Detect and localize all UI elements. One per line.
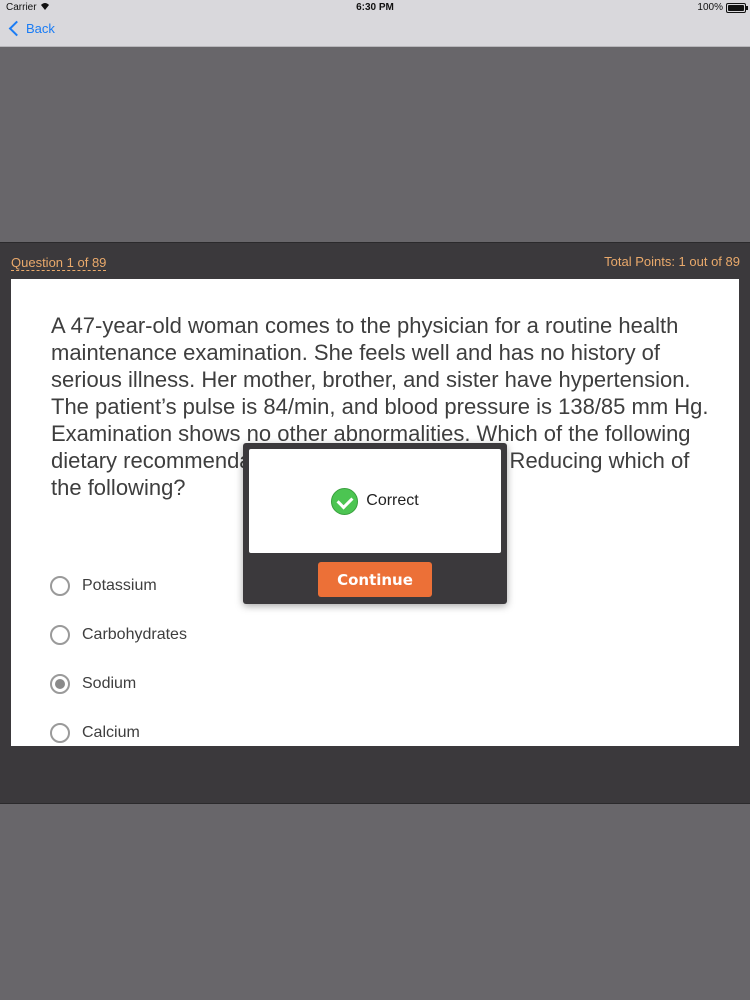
radio-button[interactable] (50, 722, 70, 743)
result-modal-body: Correct (249, 449, 501, 553)
continue-button[interactable]: Continue (318, 562, 432, 597)
top-bar: Carrier 6:30 PM 100% Back (0, 0, 750, 47)
radio-button-selected[interactable] (50, 673, 70, 694)
answer-options: Potassium Carbohydrates Sodium Calcium (50, 561, 187, 757)
answer-option-label: Calcium (82, 723, 140, 741)
status-time: 6:30 PM (356, 2, 394, 13)
result-modal: Correct Continue (243, 443, 507, 604)
check-circle-icon (331, 487, 359, 515)
back-label: Back (26, 21, 55, 36)
answer-option-calcium[interactable]: Calcium (50, 708, 187, 757)
battery-icon (726, 2, 748, 13)
answer-option-label: Potassium (82, 576, 157, 594)
back-button[interactable]: Back (8, 20, 55, 37)
status-battery: 100% (697, 2, 748, 13)
chevron-left-icon (8, 20, 25, 37)
radio-button[interactable] (50, 624, 70, 645)
result-label: Correct (366, 492, 419, 509)
answer-option-label: Carbohydrates (82, 625, 187, 643)
answer-option-potassium[interactable]: Potassium (50, 561, 187, 610)
answer-option-label: Sodium (82, 674, 137, 692)
radio-button[interactable] (50, 575, 70, 596)
answer-option-carbohydrates[interactable]: Carbohydrates (50, 610, 187, 659)
answer-option-sodium[interactable]: Sodium (50, 659, 187, 708)
total-points: Total Points: 1 out of 89 (604, 254, 740, 269)
question-counter[interactable]: Question 1 of 89 (11, 255, 107, 271)
battery-percent: 100% (697, 2, 723, 13)
